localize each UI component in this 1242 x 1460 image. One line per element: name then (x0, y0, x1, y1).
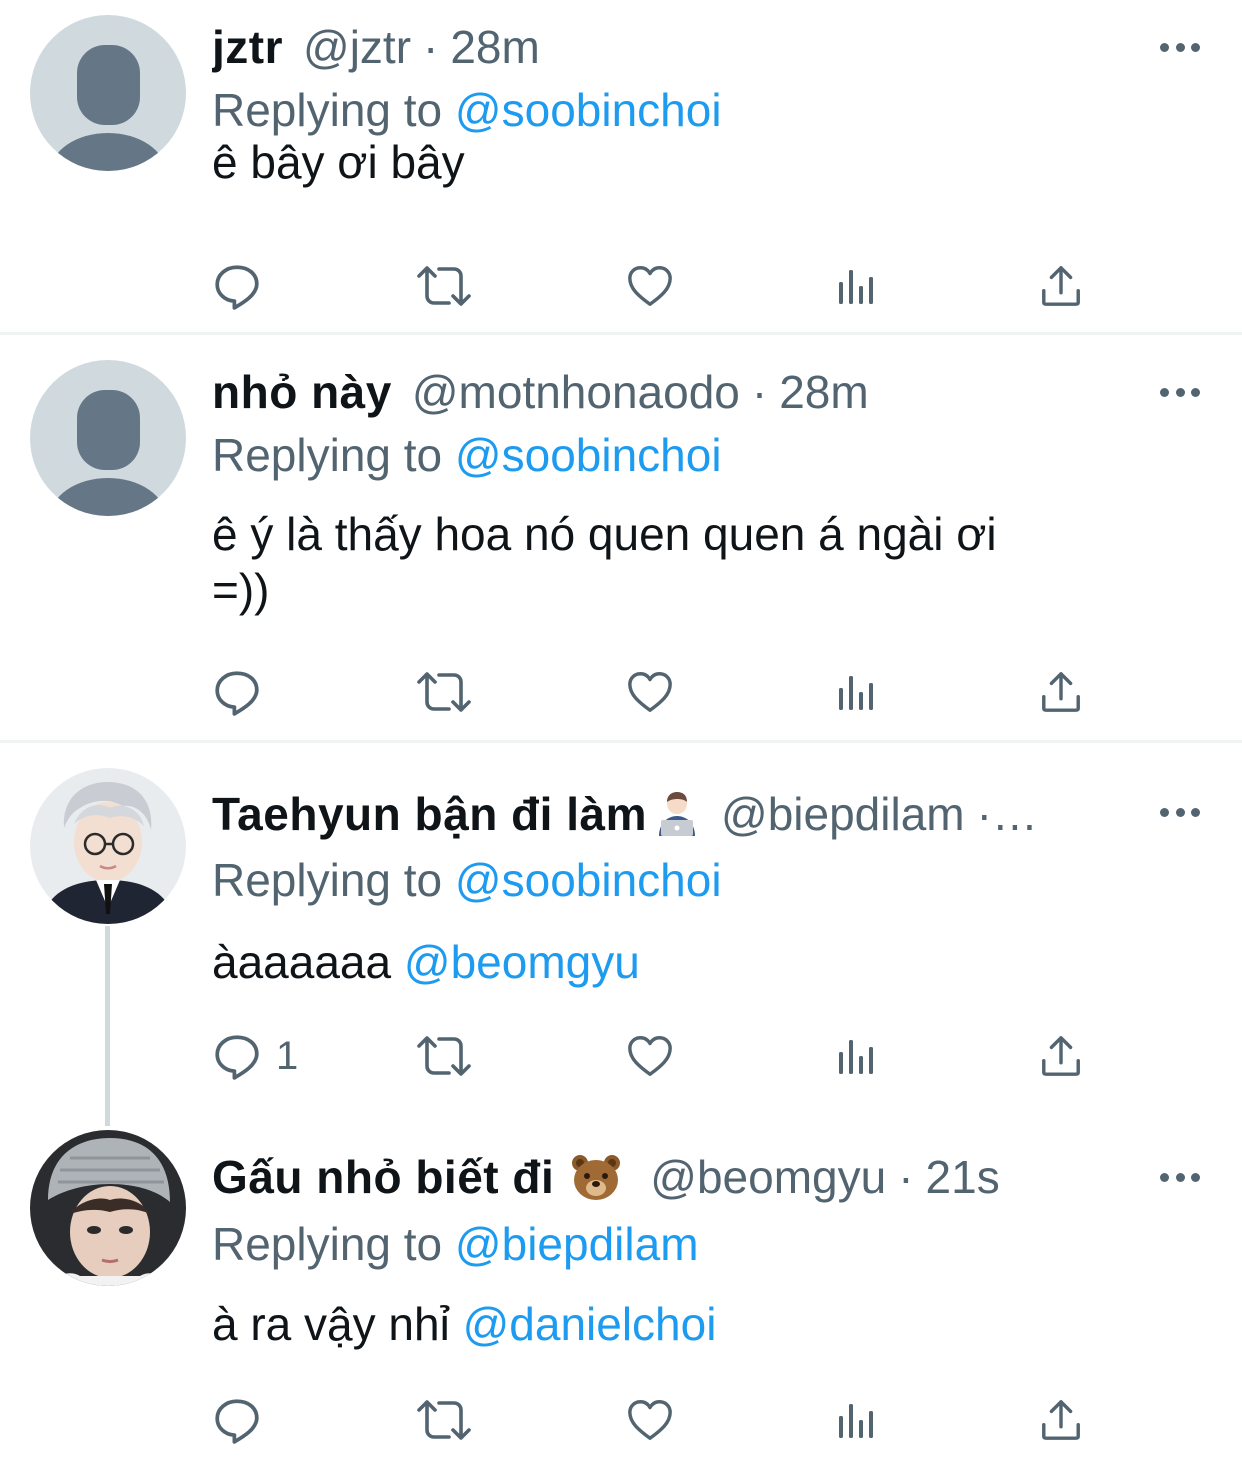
analytics-button[interactable] (835, 664, 879, 720)
reply-count: 1 (276, 1033, 299, 1078)
replying-mention-link[interactable]: @biepdilam (455, 1218, 699, 1270)
reply-button[interactable] (212, 664, 262, 720)
like-icon (626, 1033, 674, 1079)
like-button[interactable] (626, 1392, 674, 1448)
avatar[interactable] (30, 768, 186, 924)
reply-button[interactable] (212, 258, 262, 314)
profile-photo (30, 1130, 186, 1286)
default-avatar-icon (30, 15, 186, 171)
replying-to: Replying to @soobinchoi (212, 850, 722, 910)
reply-button[interactable]: 1 (212, 1028, 298, 1084)
like-button[interactable] (626, 1028, 674, 1084)
avatar[interactable] (30, 360, 186, 516)
timestamp[interactable]: 28m (779, 362, 868, 422)
display-name[interactable]: jztr (212, 17, 283, 77)
mention-link[interactable]: @danielchoi (463, 1298, 717, 1350)
display-name[interactable]: Gấu nhỏ biết đi (212, 1147, 554, 1207)
reply-icon (212, 1395, 262, 1445)
like-icon (626, 263, 674, 309)
replying-to: Replying to @soobinchoi (212, 425, 722, 485)
analytics-button[interactable] (835, 1392, 879, 1448)
separator: · (751, 366, 768, 418)
tweet-text-line: à ra vậy nhỉ (212, 1298, 450, 1350)
analytics-icon (835, 670, 879, 714)
analytics-icon (835, 264, 879, 308)
share-icon (1039, 1397, 1083, 1443)
analytics-button[interactable] (835, 258, 879, 314)
retweet-button[interactable] (416, 1392, 472, 1448)
separator: ·… (976, 788, 1038, 840)
separator: · (898, 1151, 914, 1203)
avatar[interactable] (30, 15, 186, 171)
share-icon (1039, 669, 1083, 715)
display-name[interactable]: Taehyun bận đi làm (212, 784, 647, 844)
retweet-icon (416, 1396, 472, 1444)
analytics-icon (835, 1398, 879, 1442)
replying-mention-link[interactable]: @soobinchoi (455, 429, 722, 481)
tweet-text-line: =)) (212, 564, 270, 616)
reply-icon (212, 261, 262, 311)
share-button[interactable] (1039, 258, 1083, 314)
share-button[interactable] (1039, 1028, 1083, 1084)
profile-photo (30, 768, 186, 924)
more-icon[interactable] (1160, 382, 1200, 402)
replying-label: Replying to (212, 854, 443, 906)
replying-label: Replying to (212, 429, 443, 481)
tweet[interactable]: nhỏ này @motnhonaodo · 28m Replying to @… (0, 336, 1242, 740)
retweet-button[interactable] (416, 258, 472, 314)
retweet-button[interactable] (416, 664, 472, 720)
more-icon[interactable] (1160, 802, 1200, 822)
tweet-text-line: ê bây ơi bây (212, 136, 465, 188)
replying-label: Replying to (212, 1218, 443, 1270)
retweet-icon (416, 262, 472, 310)
tweet-text: ê ý là thấy hoa nó quen quen á ngài ơi =… (212, 506, 1162, 618)
tweet[interactable]: jztr @jztr · 28m Replying to @soobinchoi… (0, 0, 1242, 333)
more-icon[interactable] (1160, 37, 1200, 57)
analytics-button[interactable] (835, 1028, 879, 1084)
share-icon (1039, 263, 1083, 309)
handle[interactable]: @biepdilam (721, 784, 965, 844)
reply-icon (212, 667, 262, 717)
divider (0, 740, 1242, 743)
default-avatar-icon (30, 360, 186, 516)
separator: · (423, 21, 439, 73)
share-icon (1039, 1033, 1083, 1079)
tweet-text-line: àaaaaaa (212, 936, 392, 988)
divider (0, 332, 1242, 335)
retweet-button[interactable] (416, 1028, 472, 1084)
handle[interactable]: @motnhonaodo (412, 362, 740, 422)
tweet[interactable]: Gấu nhỏ biết đi @beomgyu · 21s Replying … (0, 1110, 1242, 1460)
tweet-text: ê bây ơi bây (212, 134, 1162, 190)
retweet-icon (416, 1032, 472, 1080)
tweet-text: àaaaaaa @beomgyu (212, 934, 1162, 990)
replying-mention-link[interactable]: @soobinchoi (455, 84, 722, 136)
bear-emoji (572, 1155, 621, 1200)
handle[interactable]: @beomgyu (650, 1147, 886, 1207)
share-button[interactable] (1039, 664, 1083, 720)
replying-label: Replying to (212, 84, 443, 136)
timestamp[interactable]: 28m (450, 17, 539, 77)
handle[interactable]: @jztr (303, 17, 411, 77)
retweet-icon (416, 668, 472, 716)
display-name[interactable]: nhỏ này (212, 362, 392, 422)
avatar[interactable] (30, 1130, 186, 1286)
like-button[interactable] (626, 258, 674, 314)
reply-button[interactable] (212, 1392, 262, 1448)
replying-mention-link[interactable]: @soobinchoi (455, 854, 722, 906)
tweet-text-line: ê ý là thấy hoa nó quen quen á ngài ơi (212, 508, 997, 560)
replying-to: Replying to @soobinchoi (212, 80, 722, 140)
reply-icon (212, 1031, 262, 1081)
man-technologist-emoji (659, 792, 695, 836)
tweet-text: à ra vậy nhỉ @danielchoi (212, 1296, 1162, 1352)
replying-to: Replying to @biepdilam (212, 1214, 699, 1274)
tweet[interactable]: Taehyun bận đi làm @biepdilam ·… Replyin… (0, 744, 1242, 1104)
like-icon (626, 669, 674, 715)
more-icon[interactable] (1160, 1167, 1200, 1187)
analytics-icon (835, 1034, 879, 1078)
like-icon (626, 1397, 674, 1443)
like-button[interactable] (626, 664, 674, 720)
timestamp[interactable]: 21s (926, 1147, 1000, 1207)
share-button[interactable] (1039, 1392, 1083, 1448)
mention-link[interactable]: @beomgyu (404, 936, 640, 988)
